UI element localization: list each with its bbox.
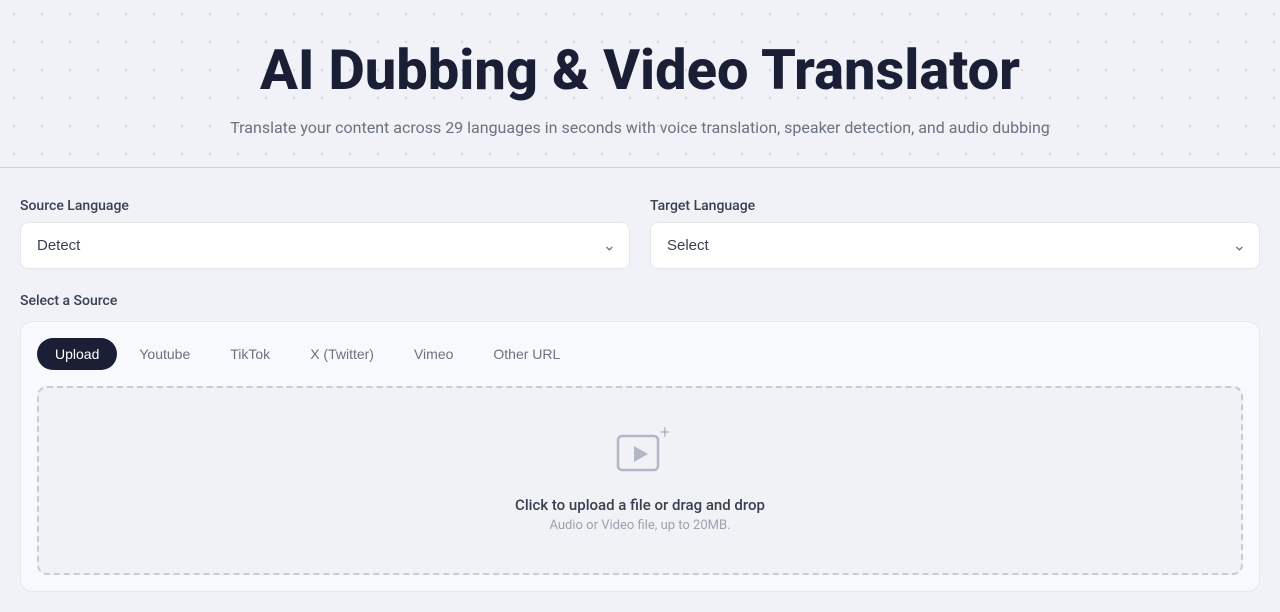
upload-main-text: Click to upload a file or drag and drop bbox=[515, 496, 765, 514]
source-language-group: Source Language Detect English Spanish F… bbox=[20, 198, 630, 269]
tab-twitter[interactable]: X (Twitter) bbox=[292, 338, 392, 370]
upload-video-icon bbox=[614, 428, 666, 480]
upload-sub-text: Audio or Video file, up to 20MB. bbox=[549, 518, 730, 533]
upload-area[interactable]: + Click to upload a file or drag and dro… bbox=[37, 386, 1243, 575]
target-language-group: Target Language Select English Spanish F… bbox=[650, 198, 1260, 269]
upload-icon-wrapper: + bbox=[614, 428, 666, 484]
tab-youtube[interactable]: Youtube bbox=[121, 338, 208, 370]
tab-upload[interactable]: Upload bbox=[37, 338, 117, 370]
target-language-select[interactable]: Select English Spanish French German Chi… bbox=[650, 222, 1260, 269]
source-language-select[interactable]: Detect English Spanish French German Chi… bbox=[20, 222, 630, 269]
source-language-select-wrapper: Detect English Spanish French German Chi… bbox=[20, 222, 630, 269]
source-language-label: Source Language bbox=[20, 198, 630, 214]
source-card: Upload Youtube TikTok X (Twitter) Vimeo … bbox=[20, 321, 1260, 592]
tabs-row: Upload Youtube TikTok X (Twitter) Vimeo … bbox=[37, 338, 1243, 370]
tab-tiktok[interactable]: TikTok bbox=[212, 338, 288, 370]
source-section: Select a Source Upload Youtube TikTok X … bbox=[20, 293, 1260, 592]
tab-other-url[interactable]: Other URL bbox=[475, 338, 578, 370]
upload-plus-icon: + bbox=[660, 424, 670, 442]
source-section-label: Select a Source bbox=[20, 293, 1260, 309]
target-language-label: Target Language bbox=[650, 198, 1260, 214]
language-row: Source Language Detect English Spanish F… bbox=[20, 198, 1260, 269]
main-content: Source Language Detect English Spanish F… bbox=[0, 168, 1280, 612]
hero-section: AI Dubbing & Video Translator Translate … bbox=[0, 0, 1280, 167]
target-language-select-wrapper: Select English Spanish French German Chi… bbox=[650, 222, 1260, 269]
hero-subtitle: Translate your content across 29 languag… bbox=[20, 118, 1260, 137]
tab-vimeo[interactable]: Vimeo bbox=[396, 338, 471, 370]
page-title: AI Dubbing & Video Translator bbox=[20, 40, 1260, 102]
